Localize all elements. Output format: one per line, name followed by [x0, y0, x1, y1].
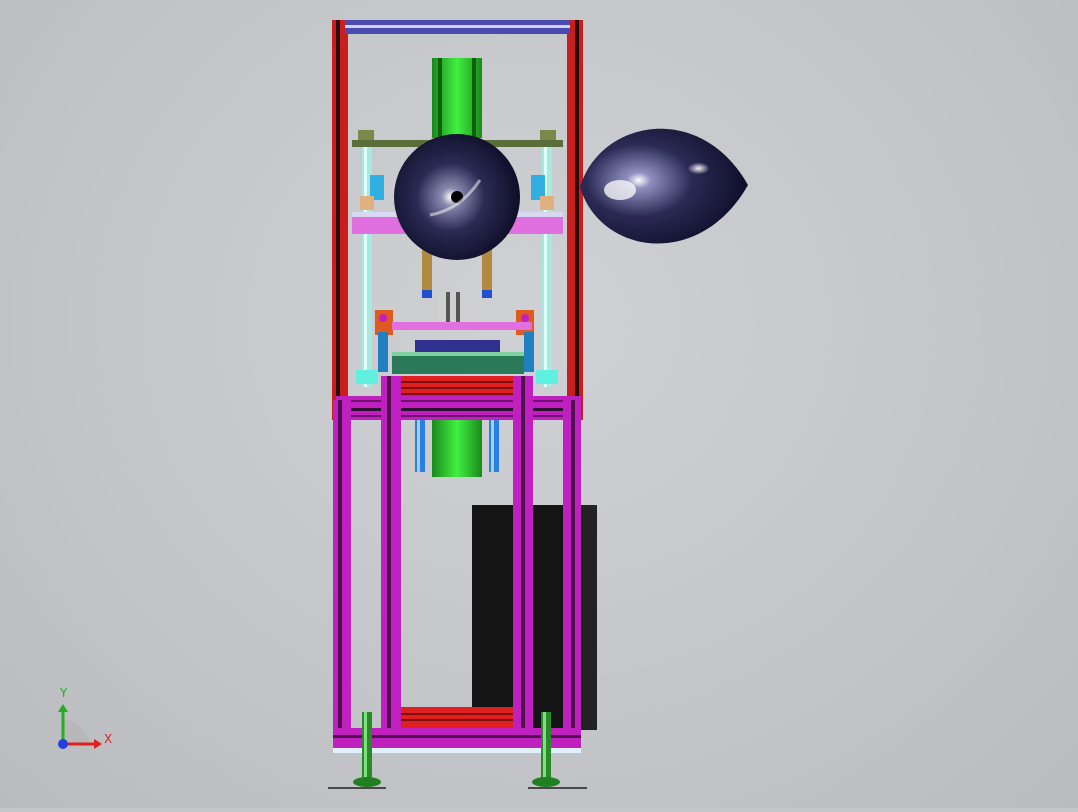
triad-icon	[58, 704, 102, 749]
x-axis-label: X	[104, 732, 113, 746]
left-clamp	[375, 310, 393, 335]
green-cylinder-bottom	[432, 420, 482, 477]
y-axis-label: Y	[60, 686, 68, 700]
dark-lens-shape	[580, 128, 748, 244]
machine-model	[328, 20, 748, 789]
3d-viewport[interactable]: Y X	[0, 0, 1078, 808]
coordinate-triad: Y X	[40, 680, 130, 770]
